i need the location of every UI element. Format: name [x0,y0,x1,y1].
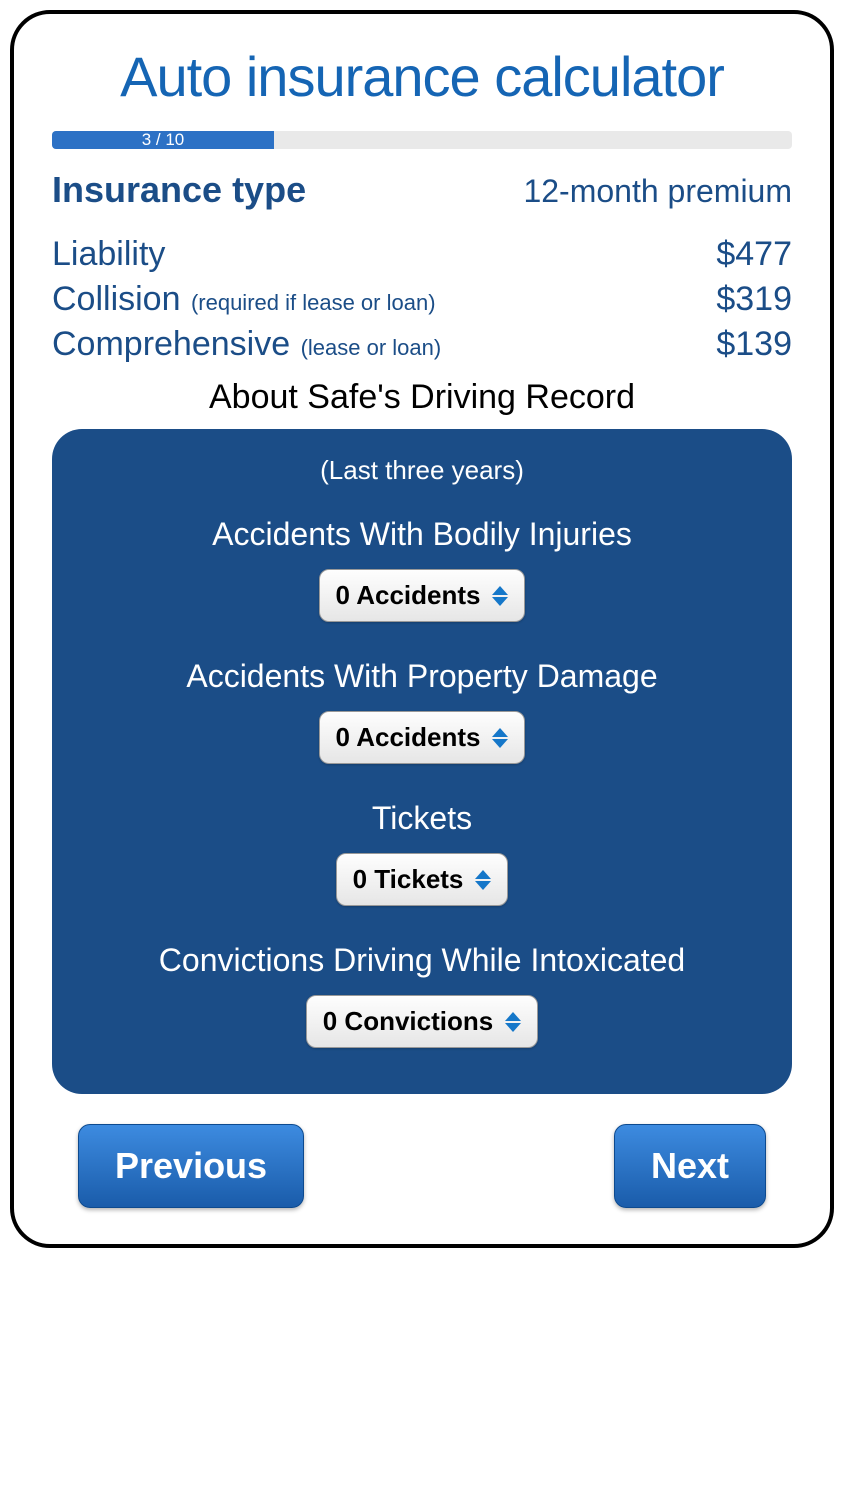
select-value: 0 Convictions [323,1006,493,1037]
header-insurance-type: Insurance type [52,169,306,211]
driving-record-panel: (Last three years) Accidents With Bodily… [52,429,792,1094]
sort-icon [492,586,508,606]
premium-value: $477 [716,235,792,274]
premium-note: (required if lease or loan) [191,290,436,315]
field-label-dwi: Convictions Driving While Intoxicated [82,942,762,979]
select-value: 0 Accidents [336,580,481,611]
select-value: 0 Tickets [353,864,464,895]
select-tickets[interactable]: 0 Tickets [336,853,509,906]
select-bodily-injuries[interactable]: 0 Accidents [319,569,526,622]
field-label-property-damage: Accidents With Property Damage [82,658,762,695]
page-title: Auto insurance calculator [52,44,792,109]
select-dwi[interactable]: 0 Convictions [306,995,538,1048]
progress-bar: 3 / 10 [52,131,792,149]
field-label-tickets: Tickets [82,800,762,837]
premium-label: Comprehensive [52,325,290,363]
progress-label: 3 / 10 [52,131,274,149]
sort-icon [505,1012,521,1032]
panel-subheading: (Last three years) [82,455,762,486]
column-headers: Insurance type 12-month premium [52,169,792,211]
section-heading: About Safe's Driving Record [52,378,792,417]
premium-label: Collision [52,280,181,318]
calculator-frame: Auto insurance calculator 3 / 10 Insuran… [10,10,834,1248]
select-property-damage[interactable]: 0 Accidents [319,711,526,764]
select-value: 0 Accidents [336,722,481,753]
previous-button[interactable]: Previous [78,1124,304,1208]
premium-row-liability: Liability $477 [52,235,792,274]
premium-row-collision: Collision (required if lease or loan) $3… [52,280,792,319]
premium-label: Liability [52,235,165,273]
field-label-bodily-injuries: Accidents With Bodily Injuries [82,516,762,553]
premium-value: $319 [716,280,792,319]
header-premium: 12-month premium [523,173,792,210]
next-button[interactable]: Next [614,1124,766,1208]
premium-value: $139 [716,325,792,364]
nav-row: Previous Next [52,1124,792,1208]
premium-note: (lease or loan) [301,335,442,360]
sort-icon [475,870,491,890]
premium-row-comprehensive: Comprehensive (lease or loan) $139 [52,325,792,364]
sort-icon [492,728,508,748]
